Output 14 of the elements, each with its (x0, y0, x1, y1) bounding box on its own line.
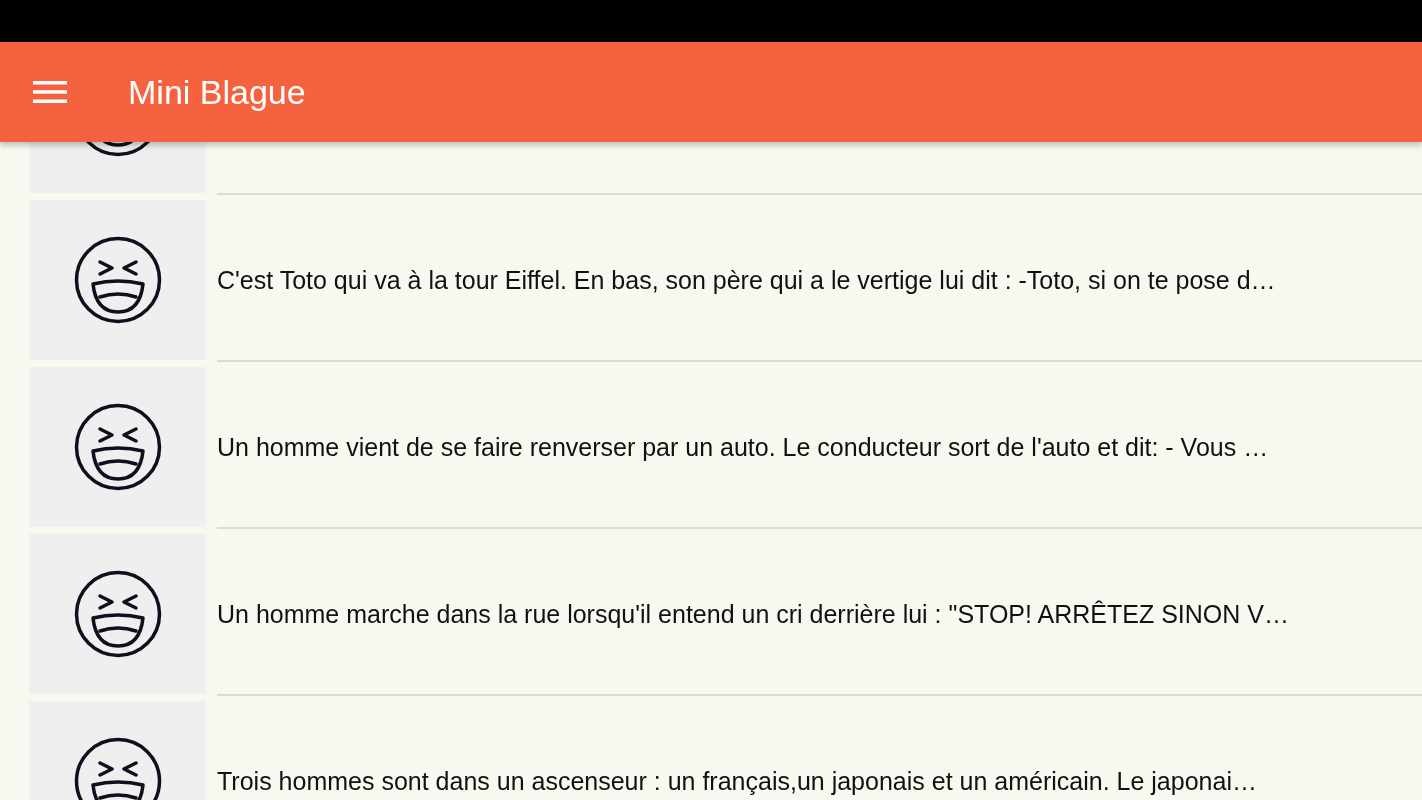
laughing-face-icon (73, 403, 162, 491)
app-title: Mini Blague (128, 72, 306, 112)
joke-preview-text: Trois hommes sont dans un ascenseur : un français,un japonais et un américain. Le japonai… (217, 766, 1257, 796)
menu-icon (33, 80, 67, 104)
laughing-face-icon (73, 737, 162, 800)
joke-list-item[interactable]: C'est Toto qui va à la tour Eiffel. En bas, son père qui a le vertige lui dit : -Toto, si on te pose d… (0, 200, 1422, 367)
laughing-face-icon (73, 570, 162, 658)
joke-list-item[interactable]: Un homme vient de se faire renverser par un auto. Le conducteur sort de l'auto et dit: - Vous … (0, 367, 1422, 534)
joke-preview-text: Un homme marche dans la rue lorsqu'il entend un cri derrière lui : "STOP! ARRÊTEZ SINON V… (217, 599, 1289, 629)
laughing-face-icon (73, 236, 162, 324)
joke-preview-text: C'est Toto qui va à la tour Eiffel. En bas, son père qui a le vertige lui dit : -Toto, si on te pose d… (217, 265, 1276, 295)
joke-preview-text: Un homme vient de se faire renverser par un auto. Le conducteur sort de l'auto et dit: - Vous … (217, 432, 1269, 462)
joke-list-item[interactable]: Trois hommes sont dans un ascenseur : un français,un japonais et un américain. Le japonai… (0, 701, 1422, 800)
joke-list-item[interactable]: Un homme marche dans la rue lorsqu'il entend un cri derrière lui : "STOP! ARRÊTEZ SINON V… (0, 534, 1422, 701)
